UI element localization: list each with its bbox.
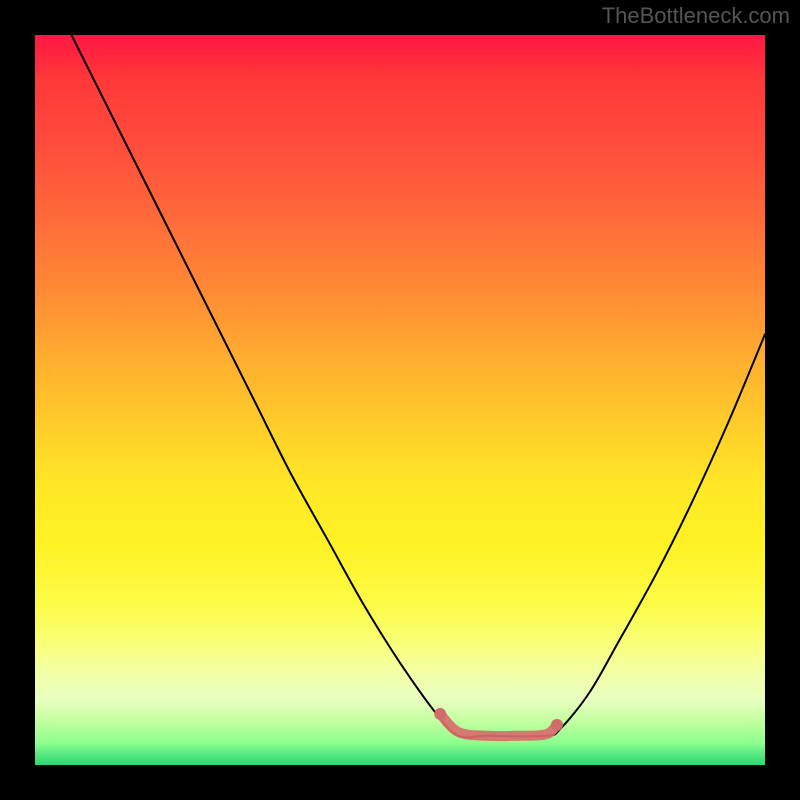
chart-container: TheBottleneck.com: [0, 0, 800, 800]
watermark-text: TheBottleneck.com: [602, 3, 790, 29]
curve-layer: [35, 35, 765, 765]
bottleneck-curve: [72, 35, 766, 737]
plot-area: [35, 35, 765, 765]
highlight-dot-left: [434, 708, 446, 720]
highlight-dot-right: [551, 719, 563, 731]
optimal-zone-highlight: [440, 714, 557, 736]
